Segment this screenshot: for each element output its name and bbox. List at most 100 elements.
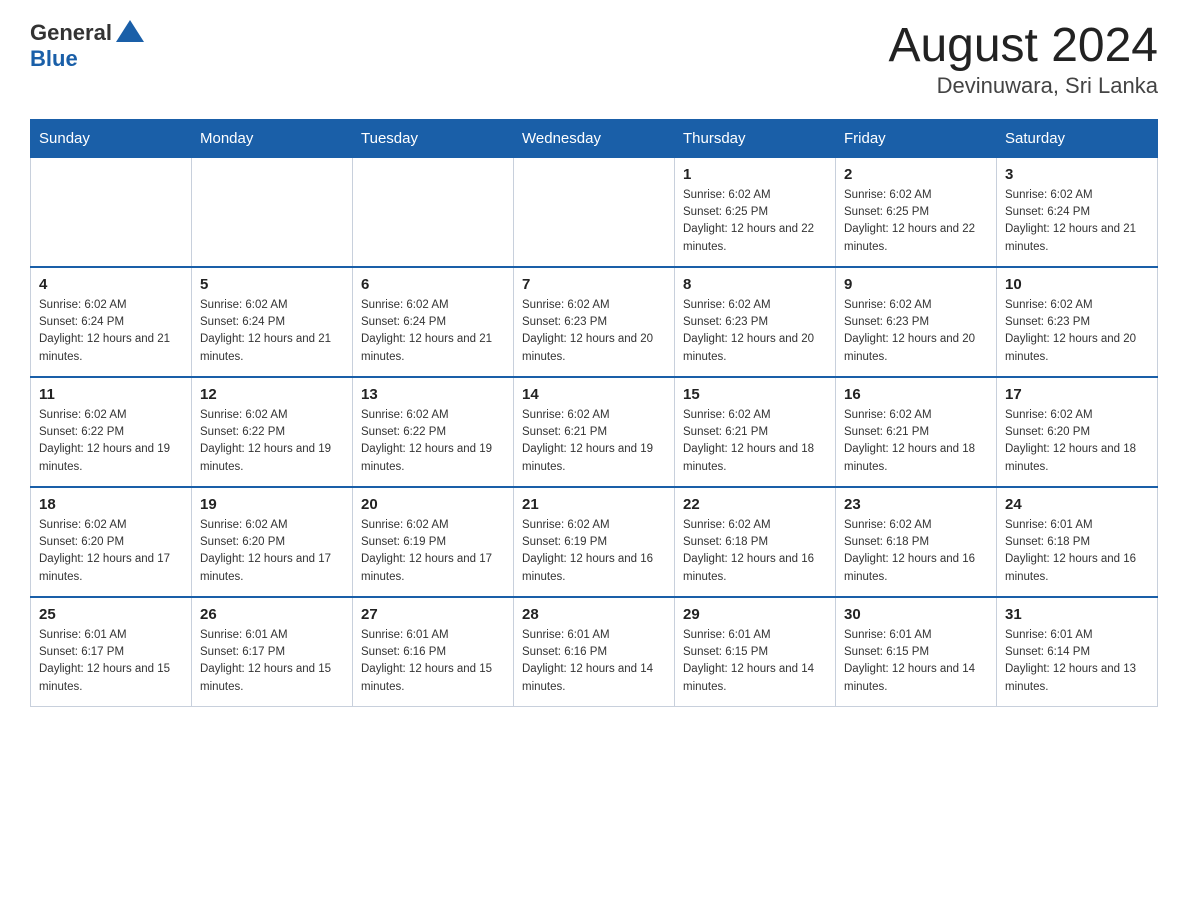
calendar-cell: 6Sunrise: 6:02 AM Sunset: 6:24 PM Daylig… bbox=[353, 267, 514, 377]
day-number: 25 bbox=[39, 606, 183, 623]
day-info: Sunrise: 6:02 AM Sunset: 6:20 PM Dayligh… bbox=[200, 517, 344, 586]
calendar-cell: 12 Sunrise: 6:02 AM Sunset: 6:22 PM Dayli… bbox=[192, 377, 353, 487]
day-info: Sunrise: 6:02 AM Sunset: 6:23 PM Dayligh… bbox=[683, 297, 827, 366]
calendar-cell: 8 Sunrise: 6:02 AM Sunset: 6:23 PM Daylig… bbox=[675, 267, 836, 377]
day-number: 19 bbox=[200, 496, 344, 513]
calendar-cell: 9Sunrise: 6:02 AM Sunset: 6:23 PM Daylig… bbox=[836, 267, 997, 377]
day-number: 31 bbox=[1005, 606, 1149, 623]
day-number: 22 bbox=[683, 496, 827, 513]
day-number: 23 bbox=[844, 496, 988, 513]
calendar-cell: 2 Sunrise: 6:02 AM Sunset: 6:25 PM Daylig… bbox=[836, 157, 997, 267]
day-number: 18 bbox=[39, 496, 183, 513]
calendar-cell: 11Sunrise: 6:02 AM Sunset: 6:22 PM Dayli… bbox=[31, 377, 192, 487]
calendar-cell: 28Sunrise: 6:01 AM Sunset: 6:16 PM Dayli… bbox=[514, 597, 675, 707]
day-number: 13 bbox=[361, 386, 505, 403]
day-number: 2 bbox=[844, 166, 988, 183]
day-number: 8 bbox=[683, 276, 827, 293]
day-info: Sunrise: 6:02 AM Sunset: 6:24 PM Dayligh… bbox=[361, 297, 505, 366]
calendar-cell: 17 Sunrise: 6:02 AM Sunset: 6:20 PM Dayli… bbox=[997, 377, 1158, 487]
day-number: 1 bbox=[683, 166, 827, 183]
calendar-cell: 19 Sunrise: 6:02 AM Sunset: 6:20 PM Dayli… bbox=[192, 487, 353, 597]
calendar-cell: 21 Sunrise: 6:02 AM Sunset: 6:19 PM Dayli… bbox=[514, 487, 675, 597]
col-saturday: Saturday bbox=[997, 119, 1158, 157]
day-info: Sunrise: 6:02 AM Sunset: 6:19 PM Dayligh… bbox=[522, 517, 666, 586]
day-number: 15 bbox=[683, 386, 827, 403]
calendar-cell: 3Sunrise: 6:02 AM Sunset: 6:24 PM Daylig… bbox=[997, 157, 1158, 267]
day-number: 10 bbox=[1005, 276, 1149, 293]
day-info: Sunrise: 6:02 AM Sunset: 6:24 PM Dayligh… bbox=[200, 297, 344, 366]
day-info: Sunrise: 6:02 AM Sunset: 6:20 PM Dayligh… bbox=[1005, 407, 1149, 476]
day-info: Sunrise: 6:02 AM Sunset: 6:21 PM Dayligh… bbox=[844, 407, 988, 476]
day-number: 21 bbox=[522, 496, 666, 513]
day-info: Sunrise: 6:02 AM Sunset: 6:23 PM Dayligh… bbox=[844, 297, 988, 366]
day-number: 17 bbox=[1005, 386, 1149, 403]
calendar-cell: 16 Sunrise: 6:02 AM Sunset: 6:21 PM Dayli… bbox=[836, 377, 997, 487]
page-header: General Blue August 2024 Devinuwara, Sri… bbox=[30, 20, 1158, 99]
calendar-cell: 20 Sunrise: 6:02 AM Sunset: 6:19 PM Dayli… bbox=[353, 487, 514, 597]
day-number: 27 bbox=[361, 606, 505, 623]
day-number: 30 bbox=[844, 606, 988, 623]
day-info: Sunrise: 6:02 AM Sunset: 6:21 PM Dayligh… bbox=[522, 407, 666, 476]
col-tuesday: Tuesday bbox=[353, 119, 514, 157]
logo-triangle-icon bbox=[116, 20, 144, 42]
day-number: 24 bbox=[1005, 496, 1149, 513]
col-friday: Friday bbox=[836, 119, 997, 157]
day-info: Sunrise: 6:02 AM Sunset: 6:22 PM Dayligh… bbox=[200, 407, 344, 476]
col-thursday: Thursday bbox=[675, 119, 836, 157]
calendar-cell: 25 Sunrise: 6:01 AM Sunset: 6:17 PM Dayli… bbox=[31, 597, 192, 707]
calendar-cell: 31 Sunrise: 6:01 AM Sunset: 6:14 PM Dayli… bbox=[997, 597, 1158, 707]
calendar-cell: 29 Sunrise: 6:01 AM Sunset: 6:15 PM Dayli… bbox=[675, 597, 836, 707]
logo: General Blue bbox=[30, 20, 144, 72]
calendar-week-row: 18 Sunrise: 6:02 AM Sunset: 6:20 PM Dayli… bbox=[31, 487, 1158, 597]
day-number: 26 bbox=[200, 606, 344, 623]
day-info: Sunrise: 6:02 AM Sunset: 6:22 PM Dayligh… bbox=[39, 407, 183, 476]
calendar-cell: 15 Sunrise: 6:02 AM Sunset: 6:21 PM Dayli… bbox=[675, 377, 836, 487]
calendar-cell bbox=[353, 157, 514, 267]
day-number: 7 bbox=[522, 276, 666, 293]
day-info: Sunrise: 6:01 AM Sunset: 6:17 PM Dayligh… bbox=[200, 627, 344, 696]
calendar-cell bbox=[192, 157, 353, 267]
calendar-cell bbox=[514, 157, 675, 267]
title-block: August 2024 Devinuwara, Sri Lanka bbox=[888, 20, 1158, 99]
day-number: 20 bbox=[361, 496, 505, 513]
day-info: Sunrise: 6:01 AM Sunset: 6:18 PM Dayligh… bbox=[1005, 517, 1149, 586]
calendar-cell: 22 Sunrise: 6:02 AM Sunset: 6:18 PM Dayli… bbox=[675, 487, 836, 597]
col-sunday: Sunday bbox=[31, 119, 192, 157]
day-info: Sunrise: 6:01 AM Sunset: 6:14 PM Dayligh… bbox=[1005, 627, 1149, 696]
day-info: Sunrise: 6:02 AM Sunset: 6:23 PM Dayligh… bbox=[1005, 297, 1149, 366]
calendar-cell: 24 Sunrise: 6:01 AM Sunset: 6:18 PM Dayli… bbox=[997, 487, 1158, 597]
day-number: 12 bbox=[200, 386, 344, 403]
day-info: Sunrise: 6:01 AM Sunset: 6:17 PM Dayligh… bbox=[39, 627, 183, 696]
calendar-week-row: 25 Sunrise: 6:01 AM Sunset: 6:17 PM Dayli… bbox=[31, 597, 1158, 707]
day-number: 29 bbox=[683, 606, 827, 623]
day-info: Sunrise: 6:02 AM Sunset: 6:22 PM Dayligh… bbox=[361, 407, 505, 476]
calendar-cell: 1Sunrise: 6:02 AM Sunset: 6:25 PM Daylig… bbox=[675, 157, 836, 267]
day-info: Sunrise: 6:02 AM Sunset: 6:20 PM Dayligh… bbox=[39, 517, 183, 586]
calendar-cell: 18 Sunrise: 6:02 AM Sunset: 6:20 PM Dayli… bbox=[31, 487, 192, 597]
calendar-week-row: 1 Sunrise: 6:02 AM Sunset: 6:25 PM Daylig… bbox=[31, 157, 1158, 267]
day-info: Sunrise: 6:01 AM Sunset: 6:15 PM Dayligh… bbox=[683, 627, 827, 696]
calendar-cell bbox=[31, 157, 192, 267]
day-info: Sunrise: 6:01 AM Sunset: 6:16 PM Dayligh… bbox=[522, 627, 666, 696]
calendar-week-row: 11Sunrise: 6:02 AM Sunset: 6:22 PM Dayli… bbox=[31, 377, 1158, 487]
day-number: 3 bbox=[1005, 166, 1149, 183]
calendar-cell: 23Sunrise: 6:02 AM Sunset: 6:18 PM Dayli… bbox=[836, 487, 997, 597]
calendar-cell: 14Sunrise: 6:02 AM Sunset: 6:21 PM Dayli… bbox=[514, 377, 675, 487]
day-number: 16 bbox=[844, 386, 988, 403]
day-info: Sunrise: 6:01 AM Sunset: 6:16 PM Dayligh… bbox=[361, 627, 505, 696]
calendar-cell: 13 Sunrise: 6:02 AM Sunset: 6:22 PM Dayli… bbox=[353, 377, 514, 487]
day-info: Sunrise: 6:02 AM Sunset: 6:18 PM Dayligh… bbox=[683, 517, 827, 586]
calendar-cell: 7Sunrise: 6:02 AM Sunset: 6:23 PM Daylig… bbox=[514, 267, 675, 377]
location-title: Devinuwara, Sri Lanka bbox=[888, 73, 1158, 99]
day-info: Sunrise: 6:01 AM Sunset: 6:15 PM Dayligh… bbox=[844, 627, 988, 696]
calendar-cell: 10 Sunrise: 6:02 AM Sunset: 6:23 PM Dayli… bbox=[997, 267, 1158, 377]
col-monday: Monday bbox=[192, 119, 353, 157]
calendar-cell: 5Sunrise: 6:02 AM Sunset: 6:24 PM Daylig… bbox=[192, 267, 353, 377]
day-info: Sunrise: 6:02 AM Sunset: 6:21 PM Dayligh… bbox=[683, 407, 827, 476]
calendar-cell: 30 Sunrise: 6:01 AM Sunset: 6:15 PM Dayli… bbox=[836, 597, 997, 707]
day-info: Sunrise: 6:02 AM Sunset: 6:19 PM Dayligh… bbox=[361, 517, 505, 586]
day-info: Sunrise: 6:02 AM Sunset: 6:25 PM Dayligh… bbox=[844, 187, 988, 256]
logo-general: General bbox=[30, 20, 112, 46]
calendar-header-row: Sunday Monday Tuesday Wednesday Thursday… bbox=[31, 119, 1158, 157]
calendar-week-row: 4Sunrise: 6:02 AM Sunset: 6:24 PM Daylig… bbox=[31, 267, 1158, 377]
